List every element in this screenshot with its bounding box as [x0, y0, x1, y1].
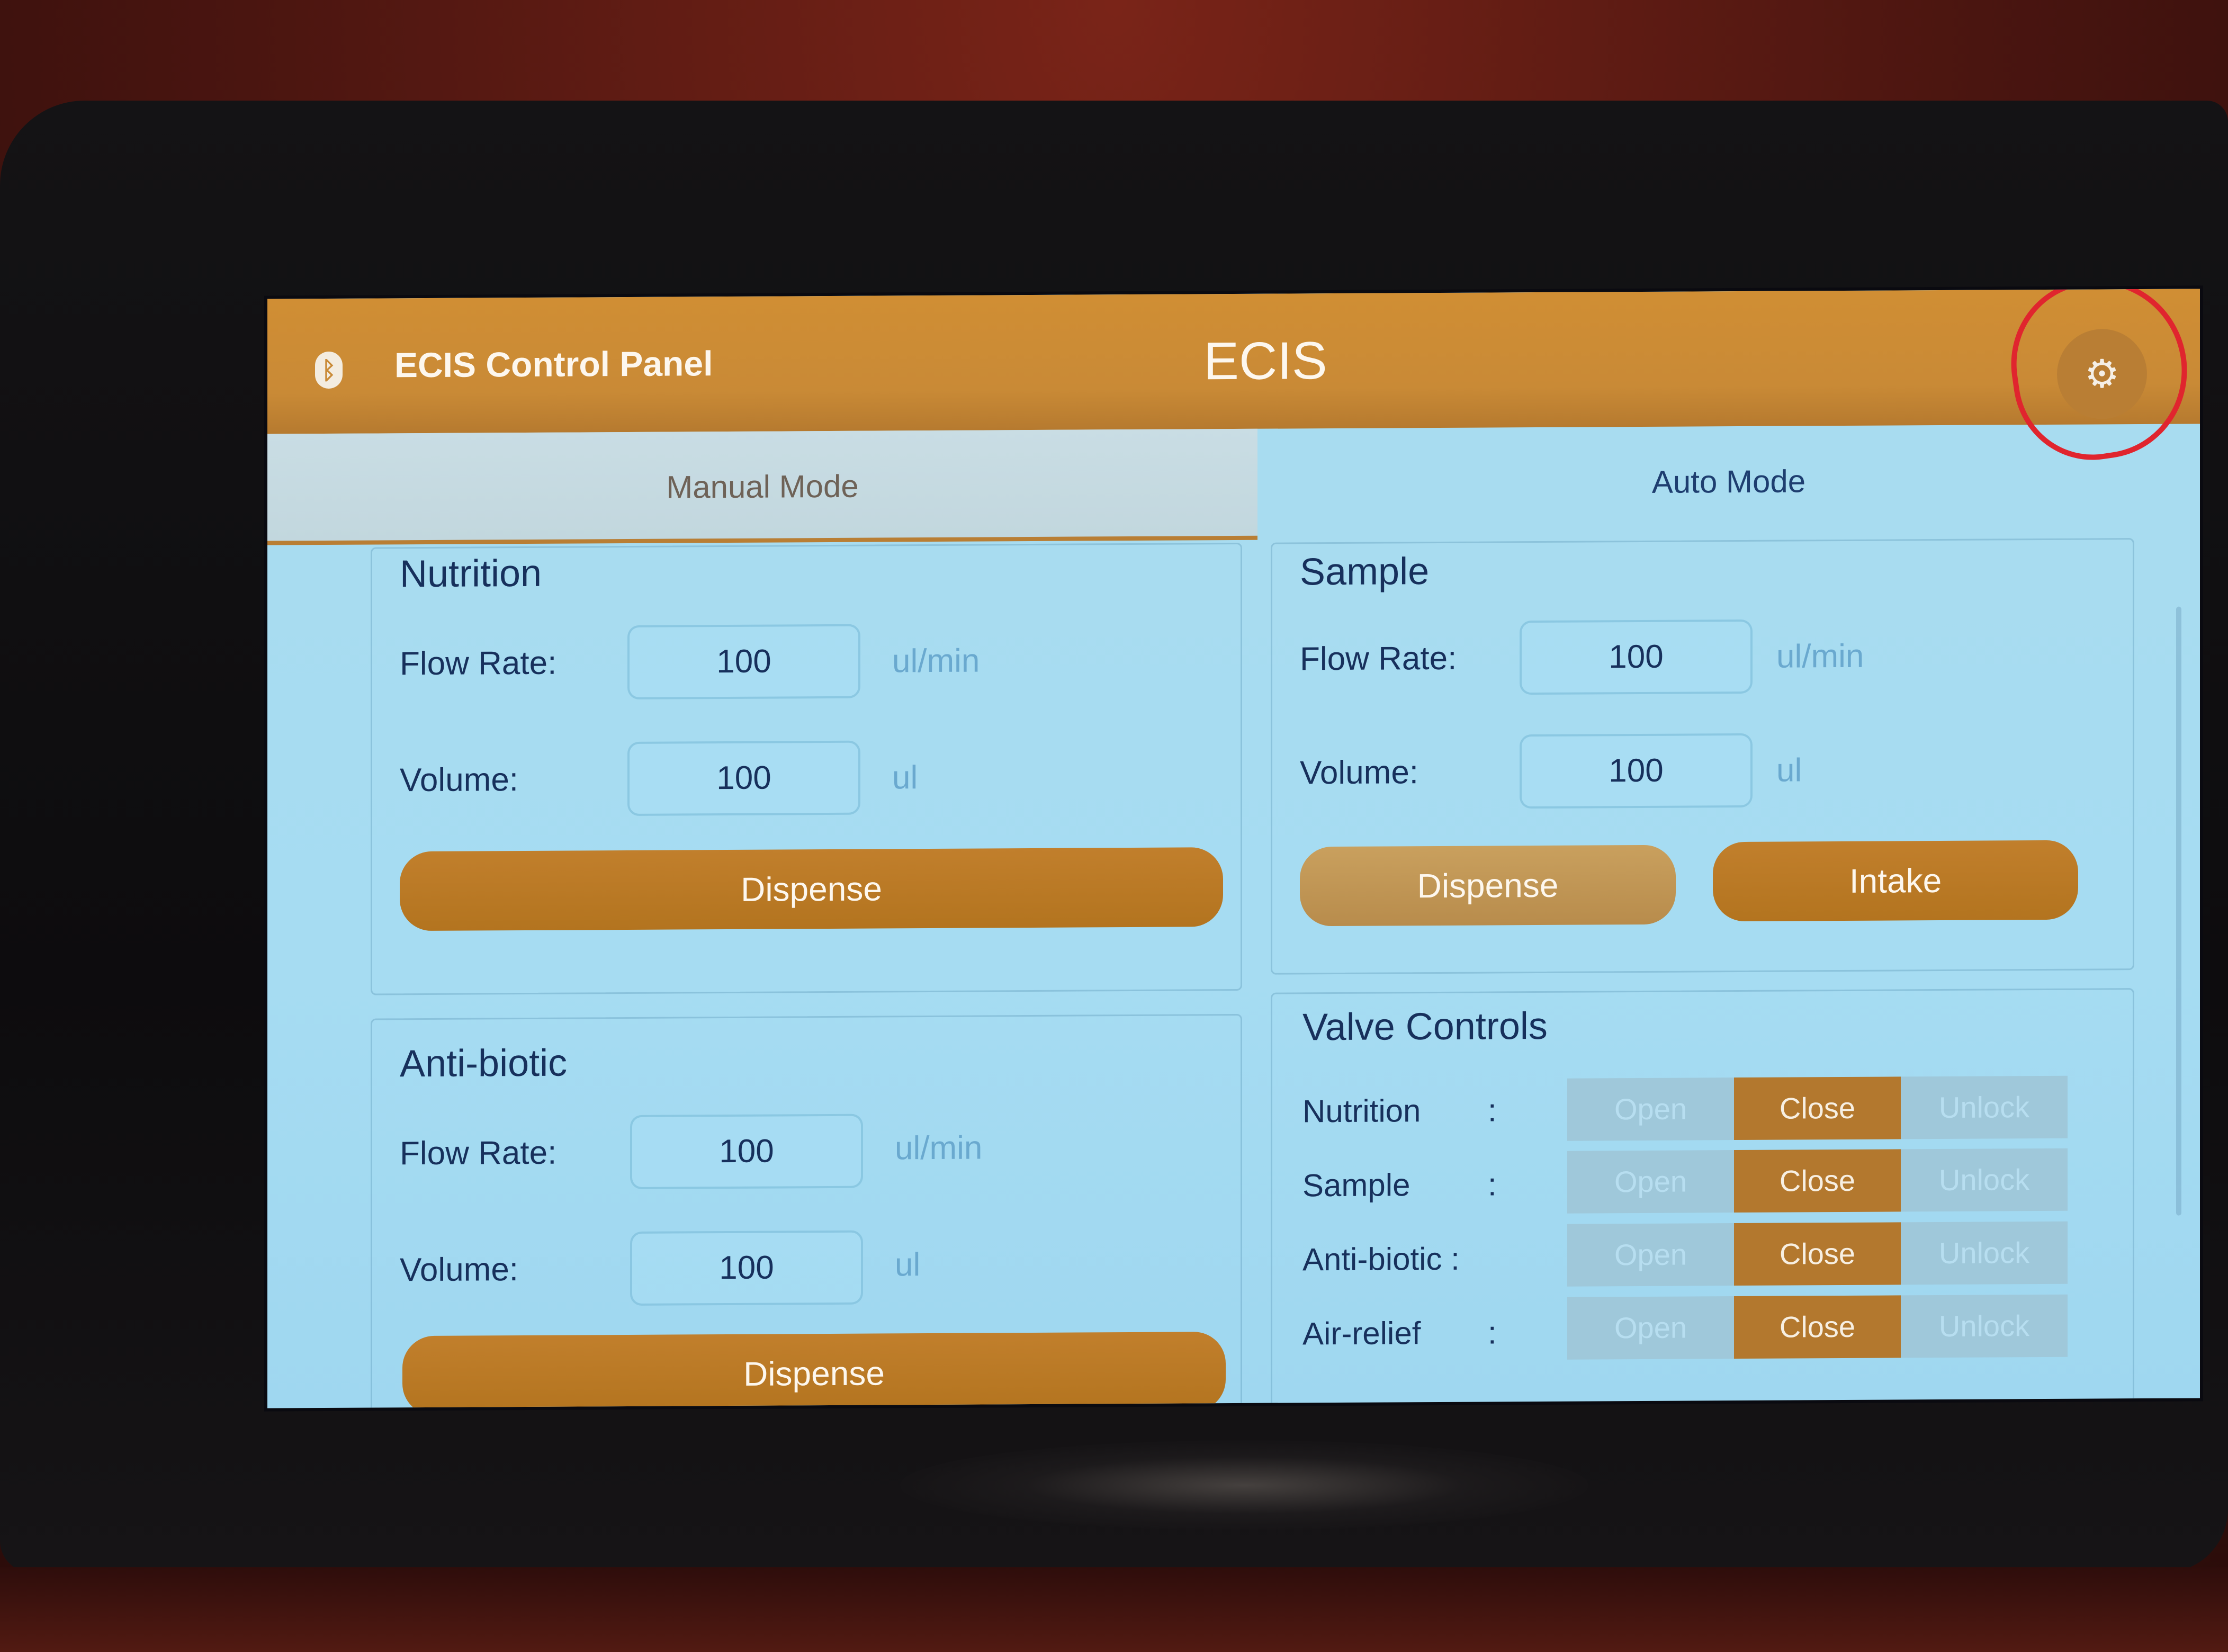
table-surface	[0, 1567, 2228, 1652]
valve-antibiotic-unlock-button[interactable]: Unlock	[1901, 1221, 2068, 1285]
sample-volume-unit: ul	[1776, 752, 1802, 789]
sample-volume-input[interactable]: 100	[1520, 733, 1753, 809]
nutrition-flow-rate-unit: ul/min	[892, 642, 980, 680]
antibiotic-flow-rate-input[interactable]: 100	[630, 1114, 863, 1189]
valve-air-relief-unlock-button[interactable]: Unlock	[1901, 1294, 2068, 1358]
valve-air-relief-sep: :	[1488, 1315, 1497, 1351]
tab-manual-mode[interactable]: Manual Mode	[267, 428, 1257, 545]
app-screen: ᛒ ECIS Control Panel ECIS ⚙ Manual Mode …	[267, 289, 2200, 1408]
scrollbar[interactable]	[2176, 606, 2181, 1216]
nutrition-title: Nutrition	[400, 552, 542, 596]
brand-title: ECIS	[1203, 331, 1327, 391]
valve-nutrition-open-button[interactable]: Open	[1567, 1078, 1734, 1141]
antibiotic-title: Anti-biotic	[400, 1042, 568, 1085]
antibiotic-volume-label: Volume:	[400, 1251, 519, 1289]
antibiotic-flow-rate-unit: ul/min	[895, 1129, 983, 1167]
nutrition-volume-unit: ul	[892, 759, 918, 796]
antibiotic-volume-input[interactable]: 100	[630, 1230, 863, 1306]
app-title: ECIS Control Panel	[394, 344, 713, 385]
antibiotic-flow-rate-label: Flow Rate:	[400, 1134, 557, 1172]
nutrition-volume-input[interactable]: 100	[627, 740, 860, 816]
valve-antibiotic-open-button[interactable]: Open	[1567, 1223, 1734, 1287]
valve-sample-close-button[interactable]: Close	[1734, 1149, 1901, 1213]
valve-sample-sep: :	[1488, 1166, 1497, 1202]
sample-volume-label: Volume:	[1300, 754, 1419, 792]
nutrition-flow-rate-label: Flow Rate:	[400, 644, 557, 683]
antibiotic-dispense-button[interactable]: Dispense	[402, 1332, 1226, 1408]
valve-air-relief-label: Air-relief	[1302, 1315, 1421, 1352]
device-reflection	[900, 1440, 1588, 1530]
nutrition-flow-rate-input[interactable]: 100	[627, 624, 860, 699]
valve-sample-unlock-button[interactable]: Unlock	[1901, 1148, 2068, 1212]
valve-antibiotic-close-button[interactable]: Close	[1734, 1222, 1901, 1286]
sample-title: Sample	[1300, 550, 1430, 594]
valve-antibiotic-label: Anti-biotic :	[1302, 1241, 1460, 1278]
sample-flow-rate-unit: ul/min	[1776, 638, 1864, 675]
valve-sample-open-button[interactable]: Open	[1567, 1150, 1734, 1214]
valve-nutrition-sep: :	[1488, 1092, 1497, 1128]
valve-sample-label: Sample	[1302, 1167, 1411, 1204]
valve-controls-title: Valve Controls	[1302, 1004, 1548, 1049]
mode-tabs: Manual Mode Auto Mode	[267, 424, 2200, 545]
sample-dispense-button[interactable]: Dispense	[1300, 845, 1676, 927]
nutrition-dispense-button[interactable]: Dispense	[400, 847, 1223, 931]
sample-flow-rate-label: Flow Rate:	[1300, 640, 1457, 678]
valve-air-relief-close-button[interactable]: Close	[1734, 1295, 1901, 1359]
sample-intake-button[interactable]: Intake	[1713, 840, 2078, 922]
valve-air-relief-open-button[interactable]: Open	[1567, 1296, 1734, 1360]
valve-nutrition-label: Nutrition	[1302, 1093, 1421, 1129]
antibiotic-volume-unit: ul	[895, 1246, 921, 1283]
bluetooth-icon[interactable]: ᛒ	[315, 351, 343, 389]
sample-flow-rate-input[interactable]: 100	[1520, 619, 1753, 695]
nutrition-volume-label: Volume:	[400, 761, 519, 799]
valve-nutrition-close-button[interactable]: Close	[1734, 1076, 1901, 1141]
valve-nutrition-unlock-button[interactable]: Unlock	[1901, 1075, 2068, 1139]
app-header: ᛒ ECIS Control Panel ECIS ⚙	[267, 289, 2200, 471]
tab-auto-mode[interactable]: Auto Mode	[1257, 424, 2200, 540]
